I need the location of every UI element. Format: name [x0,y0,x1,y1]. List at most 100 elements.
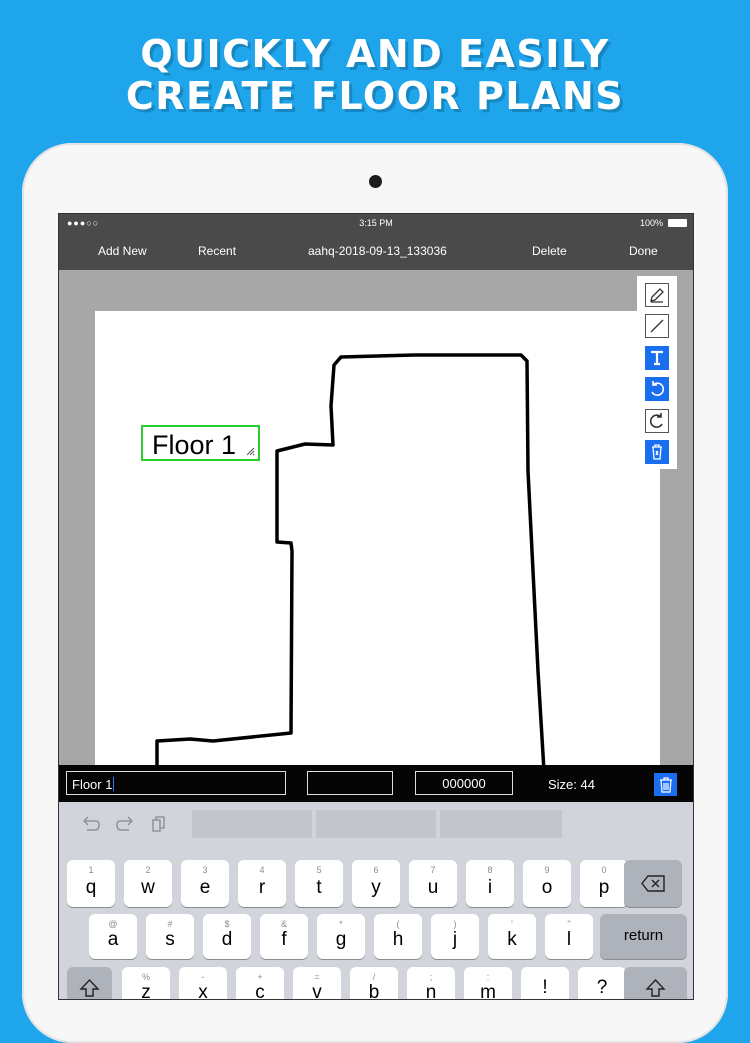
key-4[interactable]: 5t [295,860,343,907]
key-2[interactable]: + c [236,967,284,1000]
delete-button[interactable]: Delete [532,244,567,258]
key-hint: 8 [487,865,493,875]
key-label: o [541,877,553,898]
color-hex-input[interactable]: 000000 [415,771,513,795]
key-6[interactable]: :m [464,967,512,1000]
key-9[interactable]: 0p [580,860,628,907]
key-label: y [371,877,381,898]
resize-handle-icon[interactable] [245,446,255,456]
key-hint: ' [511,919,513,929]
color-swatch[interactable] [307,771,393,795]
key-1[interactable]: 2w [124,860,172,907]
key-hint: 1 [88,865,94,875]
shift-key-right[interactable] [624,967,687,999]
key-label: z [141,982,151,1000]
battery-percent: 100% [639,218,663,228]
suggestion-slot-3[interactable] [440,810,562,838]
key-label: n [425,982,437,1000]
drawing-paper[interactable] [95,311,660,771]
redo-icon[interactable] [645,409,669,433]
key-2[interactable]: 3e [181,860,229,907]
key-3[interactable]: & f [260,914,308,959]
suggestion-slot-1[interactable] [192,810,312,838]
key-7[interactable]: ! , [521,967,569,1000]
redo-typing-icon[interactable] [115,815,137,835]
key-hint: 3 [202,865,208,875]
key-0[interactable]: % z [122,967,170,1000]
key-1[interactable]: -x [179,967,227,999]
key-label: i [487,877,493,898]
headline-line-2: CREATE FLOOR PLANS [125,74,625,118]
key-label: p [598,877,610,898]
pencil-icon[interactable] [645,283,669,307]
key-hint: 4 [259,865,265,875]
delete-label-icon[interactable] [654,773,677,796]
key-label: r [258,877,266,898]
key-0[interactable]: @ a [89,914,137,959]
key-label: ? . [596,977,608,1000]
shift-key-left[interactable] [67,967,112,999]
backspace-key[interactable] [624,860,682,907]
floor-label-selection[interactable]: Floor 1 [141,425,260,461]
add-new-button[interactable]: Add New [98,244,147,258]
return-key[interactable]: return [600,914,687,959]
line-icon[interactable] [645,314,669,338]
recent-button[interactable]: Recent [198,244,236,258]
font-size-label[interactable]: Size: 44 [548,777,595,792]
key-7[interactable]: ' k [488,914,536,959]
key-3[interactable]: = v [293,967,341,1000]
key-3[interactable]: 4r [238,860,286,907]
undo-icon[interactable] [645,377,669,401]
key-8[interactable]: ? . [578,967,626,1000]
camera-icon [369,175,382,188]
key-label: h [392,929,404,950]
key-label: k [507,929,517,950]
key-6[interactable]: ) j [431,914,479,959]
key-8[interactable]: 9o [523,860,571,907]
key-label: a [107,929,119,950]
key-5[interactable]: (h [374,914,422,959]
keyboard: 1q2w3e4r5t6y7u8i9o0p @ a # s $ d & f * g(h) j ' k " l … [59,802,693,1000]
key-1[interactable]: # s [146,914,194,959]
nav-bar: Add New Recent aahq-2018-09-13_133036 De… [59,232,693,270]
key-7[interactable]: 8i [466,860,514,907]
key-5[interactable]: ; n [407,967,455,1000]
key-hint: 2 [145,865,151,875]
key-label: f [281,929,287,950]
key-label: c [255,982,265,1000]
app-screen: ●●●○○ 3:15 PM 100% Add New Recent aahq-2… [58,213,694,1000]
key-4[interactable]: * g [317,914,365,959]
text-options-bar: Floor 1 000000 Size: 44 [59,765,693,802]
key-6[interactable]: 7u [409,860,457,907]
key-label: m [480,982,496,1000]
document-title: aahq-2018-09-13_133036 [308,244,447,258]
undo-typing-icon[interactable] [79,815,101,835]
key-label: ! , [542,977,548,1000]
key-label: b [368,982,380,1000]
clear-icon[interactable] [645,440,669,464]
suggestion-slot-2[interactable] [316,810,436,838]
paste-icon[interactable] [149,815,169,835]
key-5[interactable]: 6y [352,860,400,907]
battery-icon [668,219,687,227]
done-button[interactable]: Done [629,244,658,258]
key-label: w [141,877,155,898]
key-0[interactable]: 1q [67,860,115,907]
text-caret [113,777,115,791]
key-hint: ) [453,919,457,929]
key-hint: & [280,919,287,929]
backspace-icon [641,875,665,892]
key-4[interactable]: / b [350,967,398,1000]
key-8[interactable]: " l [545,914,593,959]
key-hint: $ [224,919,230,929]
key-2[interactable]: $ d [203,914,251,959]
label-text-value: Floor 1 [72,777,113,792]
key-hint: # [167,919,173,929]
key-label: v [312,982,322,1000]
key-hint: % [141,972,150,982]
key-hint: * [339,919,343,929]
text-tool-icon[interactable] [645,346,669,370]
key-label: d [221,929,233,950]
drawing-toolbar [637,276,677,469]
label-text-input[interactable]: Floor 1 [66,771,286,795]
